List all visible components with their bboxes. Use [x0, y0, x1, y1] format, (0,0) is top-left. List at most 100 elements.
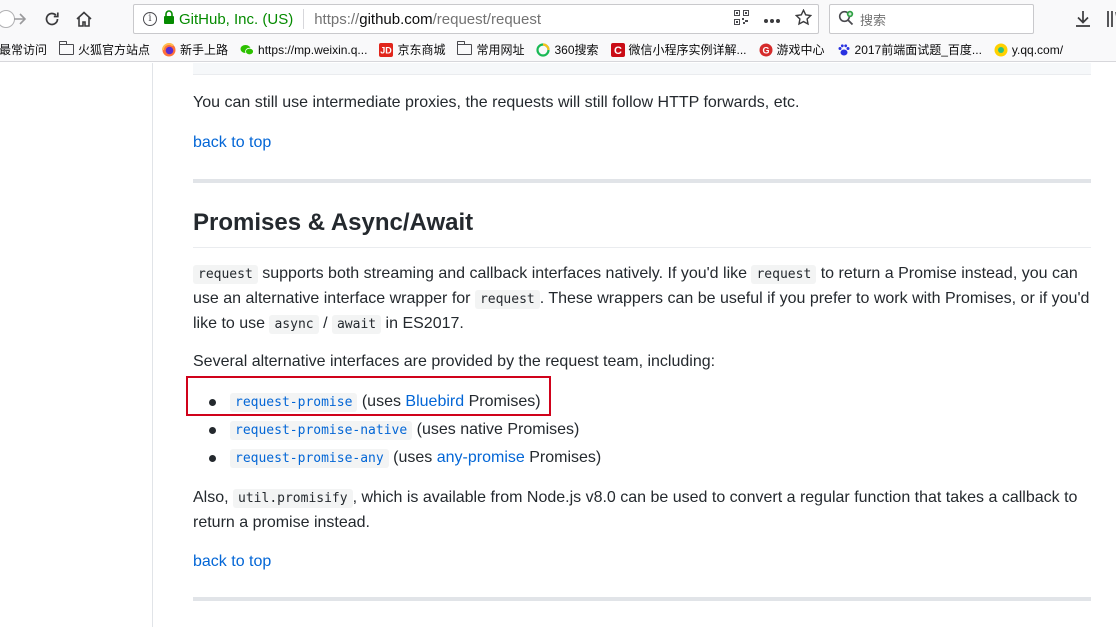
proxy-paragraph: You can still use intermediate proxies, … [193, 94, 800, 111]
info-icon[interactable]: i [143, 12, 157, 26]
svg-text:G: G [762, 45, 769, 55]
bookmark-label: 常用网址 [476, 43, 525, 57]
paragraph-text: Also, [193, 489, 234, 506]
browser-toolbar: i GitHub, Inc. (US) https://github.com/r… [0, 0, 1116, 38]
request-promise-native-link[interactable]: request-promise-native [230, 421, 413, 440]
folder-icon [457, 41, 473, 55]
bookmark-item[interactable]: 常用网址 [457, 41, 524, 58]
inline-code-request: request [751, 265, 817, 284]
bookmark-label: 360搜索 [554, 43, 599, 57]
bookmark-item[interactable]: https://mp.weixin.q... [240, 43, 367, 57]
jd-icon: JD [379, 42, 394, 57]
baidu-paw-icon [838, 43, 850, 55]
list-item-text: Promises) [464, 393, 541, 410]
search-placeholder: 搜索 [860, 12, 887, 28]
list-bullet [209, 399, 216, 406]
promises-intro-paragraph: request supports both streaming and call… [193, 262, 1091, 337]
bookmark-item[interactable]: G 游戏中心 [759, 41, 825, 58]
360-search-icon [536, 42, 551, 57]
link-code: request-promise-any [230, 449, 389, 468]
forward-arrow-icon [14, 13, 27, 25]
paragraph-text: in ES2017. [381, 315, 464, 332]
section-divider [193, 597, 1091, 601]
search-engine-icon[interactable] [838, 10, 854, 29]
list-bullet [209, 427, 216, 434]
paragraph-text: / [318, 315, 332, 332]
url-separator [303, 9, 305, 29]
list-item-text: Promises) [524, 449, 602, 466]
code-block-bottom [193, 63, 1091, 75]
qr-code-icon[interactable] [734, 9, 749, 29]
request-promise-link[interactable]: request-promise [230, 393, 358, 412]
bookmark-label: 游戏中心 [776, 43, 825, 57]
bookmark-label: 火狐官方站点 [78, 43, 151, 57]
library-button[interactable] [1106, 9, 1116, 29]
bookmark-item[interactable]: JD 京东商城 [379, 41, 445, 58]
reload-button[interactable] [40, 7, 64, 31]
home-button[interactable] [72, 7, 96, 31]
bookmark-item[interactable]: 最常访问 [0, 41, 47, 58]
page-actions-icon[interactable] [763, 11, 781, 28]
bookmark-label: 2017前端面试题_百度... [854, 43, 982, 57]
bookmark-item[interactable]: 新手上路 [162, 41, 228, 58]
link-code: request-promise-native [230, 421, 413, 440]
reload-icon [45, 12, 59, 26]
back-to-top-link[interactable]: back to top [193, 134, 271, 151]
download-icon [1076, 11, 1090, 27]
bookmark-item[interactable]: 火狐官方站点 [59, 41, 150, 58]
bookmark-label: 京东商城 [397, 43, 446, 57]
request-promise-any-link[interactable]: request-promise-any [230, 449, 389, 468]
bookmarks-toolbar: 最常访问 火狐官方站点 新手上路 https://mp.weixin.q... … [0, 38, 1116, 62]
list-item: request-promise-native (uses native Prom… [193, 418, 1091, 446]
qq-music-icon [994, 43, 1008, 56]
bookmark-label: https://mp.weixin.q... [258, 42, 368, 57]
firefox-icon [162, 42, 176, 56]
back-to-top-paragraph: back to top [193, 131, 1091, 155]
game-center-icon: G [759, 43, 773, 56]
csdn-icon: C [610, 42, 625, 57]
url-host: github.com [359, 10, 433, 28]
folder-icon [59, 41, 75, 55]
any-promise-link[interactable]: any-promise [437, 449, 525, 466]
list-bullet [209, 455, 216, 462]
bookmark-item[interactable]: 2017前端面试题_百度... [837, 41, 982, 58]
inline-code-request: request [193, 265, 258, 284]
alternatives-paragraph: Several alternative interfaces are provi… [193, 353, 716, 370]
alternatives-list: request-promise (uses Bluebird Promises)… [193, 390, 1091, 474]
lock-icon[interactable] [163, 10, 175, 28]
url-prefix: https:// [314, 10, 360, 28]
section-divider [193, 179, 1091, 183]
library-icon [1107, 11, 1116, 27]
list-item-text: (uses [357, 393, 406, 410]
inline-code-async: async [269, 315, 319, 334]
inline-code-await: await [331, 315, 382, 334]
url-bar[interactable]: i GitHub, Inc. (US) https://github.com/r… [133, 4, 819, 34]
inline-code-promisify: util.promisify [233, 489, 353, 508]
site-identity[interactable]: GitHub, Inc. (US) [179, 11, 293, 28]
home-icon [76, 11, 92, 27]
bookmark-star-icon[interactable] [794, 8, 813, 30]
link-code: request-promise [230, 393, 358, 412]
svg-text:C: C [614, 45, 622, 57]
bookmark-item[interactable]: y.qq.com/ [994, 43, 1063, 57]
url-text[interactable]: https://github.com/request/request [314, 11, 541, 28]
page-viewport: You can still use intermediate proxies, … [0, 63, 1116, 627]
bookmark-item[interactable]: 360搜索 [536, 41, 599, 58]
list-item: request-promise-any (uses any-promise Pr… [193, 446, 1091, 474]
inline-code-request: request [474, 290, 540, 309]
bookmark-label: y.qq.com/ [1011, 42, 1064, 57]
bookmark-label: 微信小程序实例详解... [628, 43, 747, 57]
list-item-text: (uses [388, 449, 437, 466]
sidebar-divider [152, 63, 153, 627]
back-to-top-link[interactable]: back to top [193, 553, 271, 570]
list-item: request-promise (uses Bluebird Promises) [193, 390, 1091, 418]
bookmark-item[interactable]: C 微信小程序实例详解... [610, 41, 747, 58]
svg-text:JD: JD [381, 45, 393, 55]
bluebird-link[interactable]: Bluebird [405, 393, 464, 410]
list-item-text: (uses native Promises) [412, 421, 580, 438]
promisify-paragraph: Also, util.promisify, which is available… [193, 486, 1091, 535]
forward-button[interactable] [8, 7, 32, 31]
bookmark-label: 最常访问 [0, 43, 48, 57]
downloads-button[interactable] [1074, 9, 1092, 29]
search-bar[interactable]: 搜索 [829, 4, 1034, 34]
